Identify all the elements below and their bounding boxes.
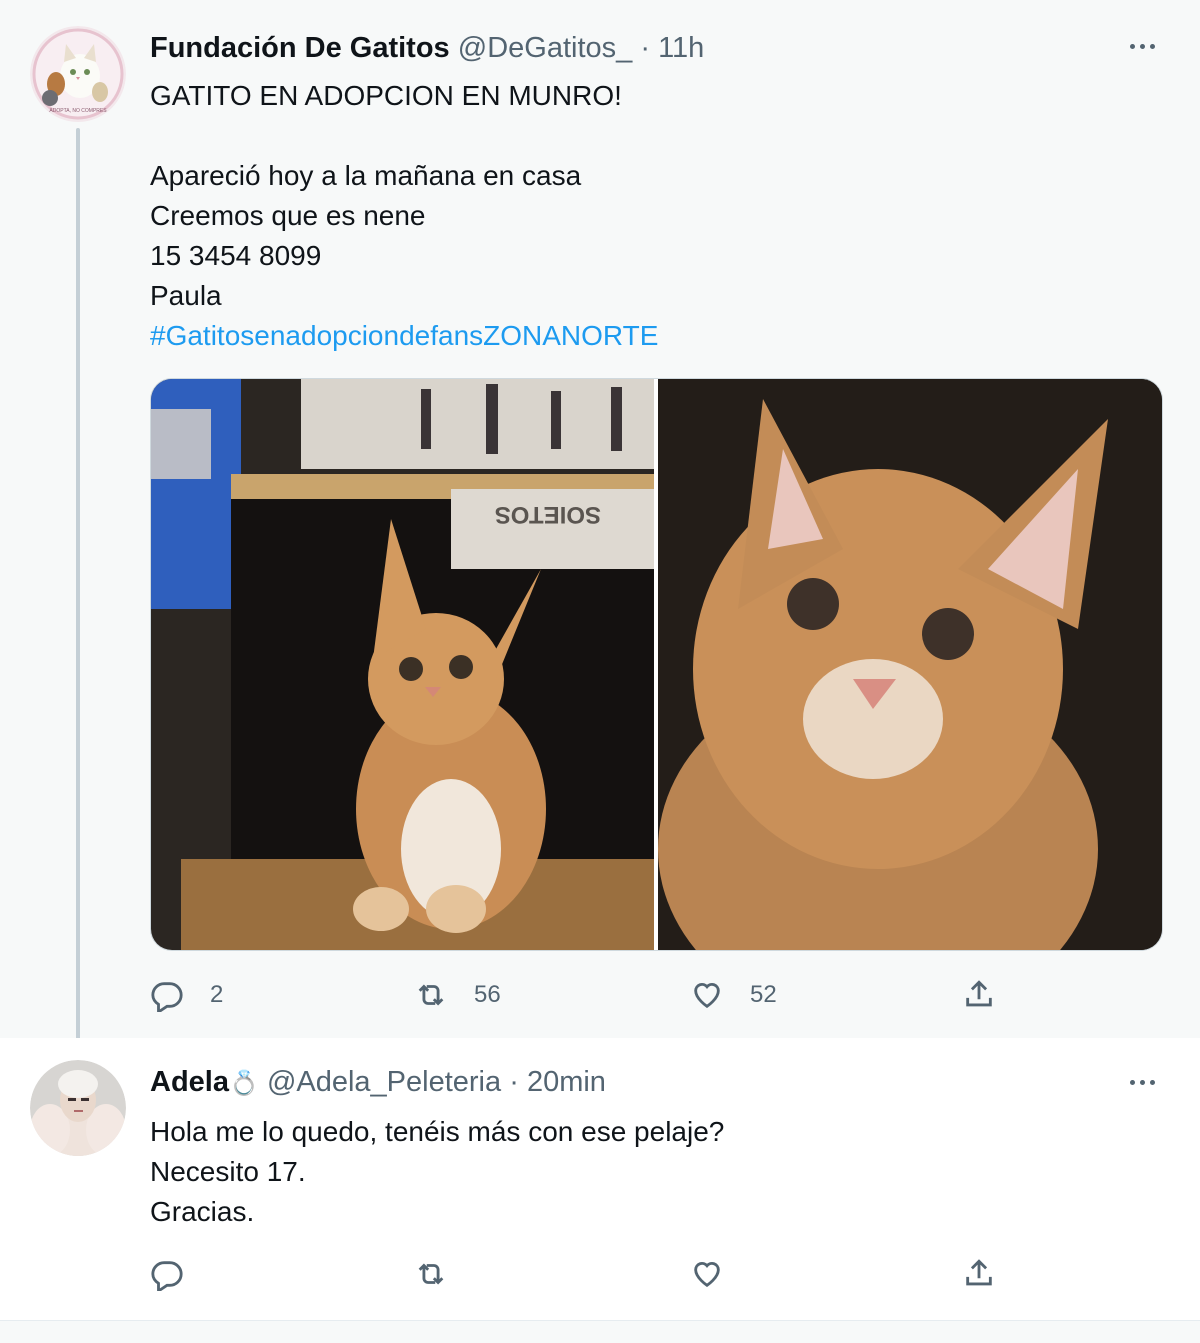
share-icon (966, 980, 992, 1007)
box-print-text: SOIETOS (495, 501, 601, 528)
tweet-text-line: Paula (150, 280, 222, 311)
reply-icon (151, 1261, 183, 1291)
like-icon (694, 983, 720, 1009)
reply-header: Adela💍 @Adela_Peleteria · 20min (150, 1064, 606, 1102)
retweet-button[interactable] (414, 1254, 448, 1294)
tweet-text-line: GATITO EN ADOPCION EN MUNRO! (150, 80, 622, 111)
reply-icon (151, 982, 183, 1012)
share-button[interactable] (962, 1254, 996, 1294)
reply-author-handle[interactable]: @Adela_Peleteria (267, 1066, 501, 1098)
thread-line (76, 128, 80, 1056)
reply-text-line: Gracias. (150, 1196, 255, 1227)
tweet-text-line: Apareció hoy a la mañana en casa (150, 160, 582, 191)
reply-button[interactable]: 2 (150, 975, 223, 1015)
tweet-text-line (150, 116, 1160, 156)
bottom-strip (0, 1320, 1200, 1343)
reply-actions (150, 1254, 1050, 1294)
retweet-count: 56 (474, 981, 501, 1008)
reply-text-line: Necesito 17. (150, 1156, 306, 1187)
kitten-photo-box[interactable]: SOIETOS (151, 379, 654, 950)
author-handle[interactable]: @DeGatitos_ (458, 32, 633, 64)
reply-count: 2 (210, 981, 224, 1008)
share-button[interactable] (962, 975, 996, 1015)
kitten-photo-closeup[interactable] (658, 379, 1162, 950)
retweet-button[interactable]: 56 (414, 975, 501, 1015)
header-separator: · (640, 32, 650, 64)
share-icon (966, 1259, 992, 1286)
reply-text: Hola me lo quedo, tenéis más con ese pel… (150, 1112, 1160, 1232)
reply-text-line: Hola me lo quedo, tenéis más con ese pel… (150, 1116, 725, 1147)
tweet-text: GATITO EN ADOPCION EN MUNRO! Apareció ho… (150, 76, 1160, 356)
tweet-text-line: 15 3454 8099 (150, 240, 322, 271)
reply-button[interactable] (150, 1254, 184, 1294)
reply-author-name[interactable]: Adela (150, 1066, 229, 1098)
tweet-text-line: Creemos que es nene (150, 200, 426, 231)
like-button[interactable] (690, 1254, 724, 1294)
reply-author-avatar[interactable] (30, 1060, 126, 1156)
like-button[interactable]: 52 (690, 975, 777, 1015)
author-name[interactable]: Fundación De Gatitos (150, 32, 450, 64)
retweet-icon (418, 984, 444, 1006)
author-avatar[interactable]: ADOPTA, NO COMPRES (30, 26, 126, 122)
retweet-icon (418, 1263, 444, 1285)
more-icon[interactable] (1120, 1070, 1164, 1094)
reply-time[interactable]: 20min (527, 1066, 606, 1098)
tweet-header: Fundación De Gatitos @DeGatitos_ · 11h (150, 30, 704, 66)
reply-header-separator: · (509, 1066, 519, 1098)
tweet-actions: 2 56 52 (150, 975, 1050, 1015)
more-icon[interactable] (1120, 34, 1164, 58)
tweet-reply[interactable]: Adela💍 @Adela_Peleteria · 20min Hola me … (0, 1038, 1200, 1320)
media-grid: SOIETOS (150, 378, 1163, 951)
like-count: 52 (750, 981, 777, 1008)
tweet-time[interactable]: 11h (658, 32, 704, 64)
avatar-caption: ADOPTA, NO COMPRES (49, 108, 107, 114)
tweet-main[interactable]: ADOPTA, NO COMPRES Fundación De Gatitos … (0, 0, 1200, 1056)
hashtag-link[interactable]: #GatitosenadopciondefansZONANORTE (150, 316, 1160, 356)
like-icon (694, 1262, 720, 1288)
ring-emoji: 💍 (228, 1070, 259, 1097)
